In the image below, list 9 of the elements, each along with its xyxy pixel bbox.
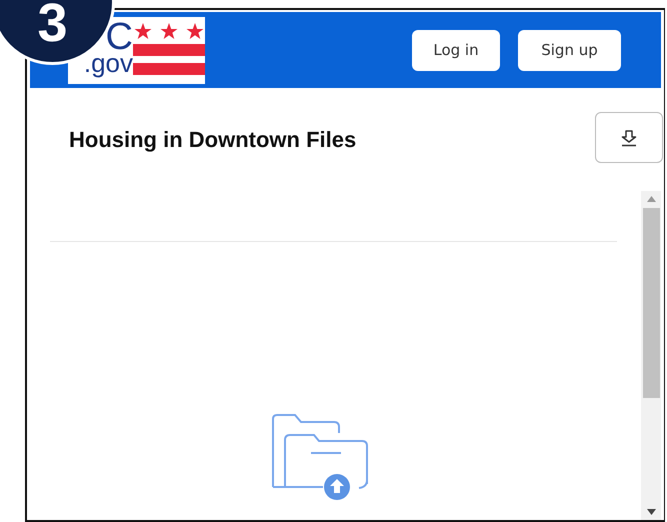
scrollbar-thumb[interactable] xyxy=(642,208,660,398)
scroll-up-icon[interactable] xyxy=(646,196,656,202)
header-button[interactable]: Log in xyxy=(412,30,500,70)
download-button[interactable] xyxy=(595,112,663,163)
header-button[interactable]: Sign up xyxy=(518,30,621,70)
download-icon xyxy=(620,128,638,146)
scroll-down-icon[interactable] xyxy=(646,509,656,515)
page-title: Housing in Downtown Files xyxy=(69,127,356,153)
scrollbar[interactable] xyxy=(641,191,661,520)
